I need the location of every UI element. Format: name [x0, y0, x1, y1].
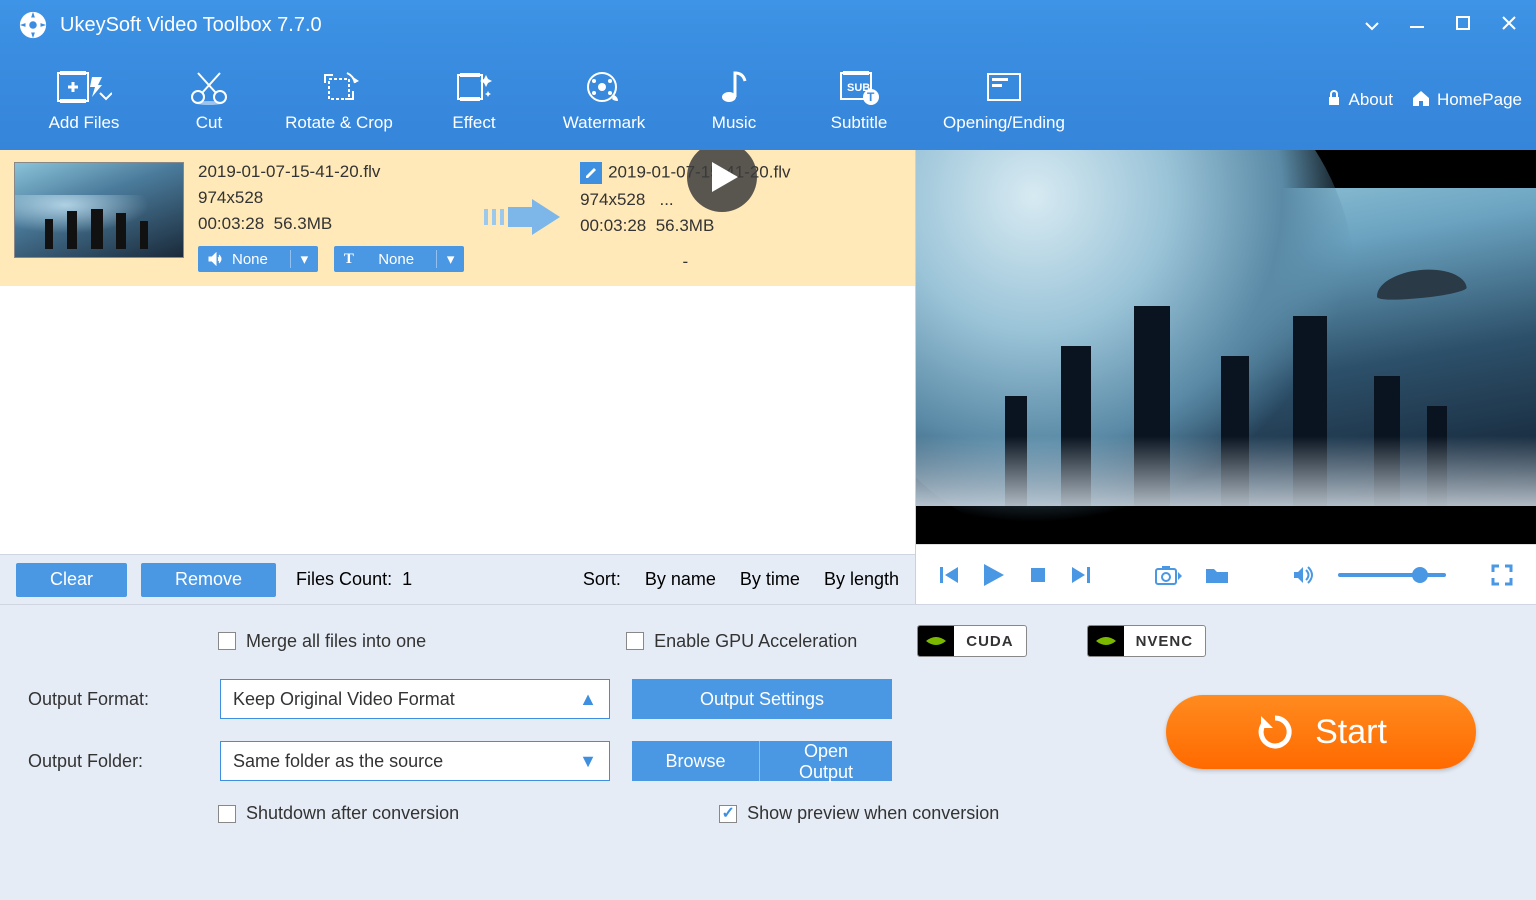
- minimize-icon[interactable]: [1408, 14, 1426, 37]
- app-title: UkeySoft Video Toolbox 7.7.0: [60, 14, 1364, 37]
- open-folder-button[interactable]: [1204, 565, 1230, 585]
- preview-pane: [916, 150, 1536, 544]
- stop-button[interactable]: [1028, 565, 1048, 585]
- subtitle-icon: SUBT: [837, 67, 881, 107]
- src-filename: 2019-01-07-15-41-20.flv: [198, 162, 464, 182]
- sort-by-time[interactable]: By time: [740, 569, 800, 590]
- scissors-icon: [188, 67, 230, 107]
- file-item[interactable]: 2019-01-07-15-41-20.flv 974x528 00:03:28…: [0, 150, 915, 286]
- edit-icon[interactable]: [580, 162, 602, 184]
- dst-duration: 00:03:28: [580, 216, 646, 235]
- output-folder-dropdown[interactable]: Same folder as the source▼: [220, 741, 610, 781]
- cut-button[interactable]: Cut: [154, 63, 264, 137]
- homepage-link[interactable]: HomePage: [1411, 89, 1522, 112]
- files-count-value: 1: [402, 569, 412, 589]
- rotate-crop-button[interactable]: Rotate & Crop: [264, 63, 414, 137]
- dst-extra: ...: [659, 190, 673, 209]
- output-format-dropdown[interactable]: Keep Original Video Format▲: [220, 679, 610, 719]
- cuda-badge: CUDA: [917, 625, 1026, 657]
- about-link[interactable]: About: [1325, 89, 1393, 112]
- dst-dimensions: 974x528: [580, 190, 645, 209]
- remove-button[interactable]: Remove: [141, 563, 276, 597]
- clear-button[interactable]: Clear: [16, 563, 127, 597]
- next-button[interactable]: [1070, 564, 1092, 586]
- app-logo-icon: [18, 10, 48, 40]
- dst-dash: -: [580, 252, 790, 272]
- dropdown-icon[interactable]: [1364, 15, 1380, 36]
- svg-text:T: T: [867, 90, 875, 104]
- arrow-icon: [482, 195, 562, 239]
- rotate-crop-icon: [319, 67, 359, 107]
- home-icon: [1411, 89, 1431, 112]
- subtitle-track-dropdown[interactable]: T None ▾: [334, 246, 464, 272]
- bottom-panel: Merge all files into one Enable GPU Acce…: [0, 604, 1536, 900]
- watermark-icon: [584, 67, 624, 107]
- file-list: 2019-01-07-15-41-20.flv 974x528 00:03:28…: [0, 150, 915, 554]
- nvenc-badge: NVENC: [1087, 625, 1207, 657]
- add-files-button[interactable]: Add Files: [14, 63, 154, 137]
- merge-checkbox[interactable]: Merge all files into one: [218, 631, 426, 652]
- toolbar: Add Files Cut Rotate & Crop Effect Water…: [0, 50, 1536, 150]
- files-count-label: Files Count:: [296, 569, 392, 589]
- add-files-icon: [56, 67, 112, 107]
- output-folder-label: Output Folder:: [28, 751, 198, 772]
- start-button[interactable]: Start: [1166, 695, 1476, 769]
- volume-slider[interactable]: [1338, 573, 1447, 577]
- file-thumbnail: [14, 162, 184, 258]
- browse-button[interactable]: Browse: [632, 741, 760, 781]
- fullscreen-button[interactable]: [1490, 563, 1514, 587]
- dst-size: 56.3MB: [656, 216, 715, 235]
- sort-by-length[interactable]: By length: [824, 569, 899, 590]
- music-icon: [719, 67, 749, 107]
- gpu-checkbox[interactable]: Enable GPU Acceleration: [626, 631, 857, 652]
- src-dimensions: 974x528: [198, 188, 464, 208]
- src-duration: 00:03:28: [198, 214, 264, 233]
- effect-button[interactable]: Effect: [414, 63, 534, 137]
- subtitle-button[interactable]: SUBT Subtitle: [794, 63, 924, 137]
- lock-icon: [1325, 89, 1343, 112]
- refresh-icon: [1255, 712, 1295, 752]
- sort-label: Sort:: [583, 569, 621, 590]
- open-output-button[interactable]: Open Output: [760, 741, 892, 781]
- sort-by-name[interactable]: By name: [645, 569, 716, 590]
- snapshot-button[interactable]: [1154, 564, 1182, 586]
- opening-ending-icon: [984, 67, 1024, 107]
- music-button[interactable]: Music: [674, 63, 794, 137]
- prev-button[interactable]: [938, 564, 960, 586]
- volume-icon[interactable]: [1292, 565, 1316, 585]
- play-button[interactable]: [982, 562, 1006, 588]
- close-icon[interactable]: [1500, 14, 1518, 37]
- player-controls: [916, 544, 1536, 604]
- audio-track-dropdown[interactable]: None ▾: [198, 246, 318, 272]
- titlebar: UkeySoft Video Toolbox 7.7.0: [0, 0, 1536, 50]
- output-format-label: Output Format:: [28, 689, 198, 710]
- effect-icon: [454, 67, 494, 107]
- shutdown-checkbox[interactable]: Shutdown after conversion: [218, 803, 459, 824]
- maximize-icon[interactable]: [1454, 14, 1472, 37]
- src-size: 56.3MB: [274, 214, 333, 233]
- file-actions-bar: Clear Remove Files Count: 1 Sort: By nam…: [0, 554, 915, 604]
- show-preview-checkbox[interactable]: Show preview when conversion: [719, 803, 999, 824]
- output-settings-button[interactable]: Output Settings: [632, 679, 892, 719]
- watermark-button[interactable]: Watermark: [534, 63, 674, 137]
- opening-ending-button[interactable]: Opening/Ending: [924, 63, 1084, 137]
